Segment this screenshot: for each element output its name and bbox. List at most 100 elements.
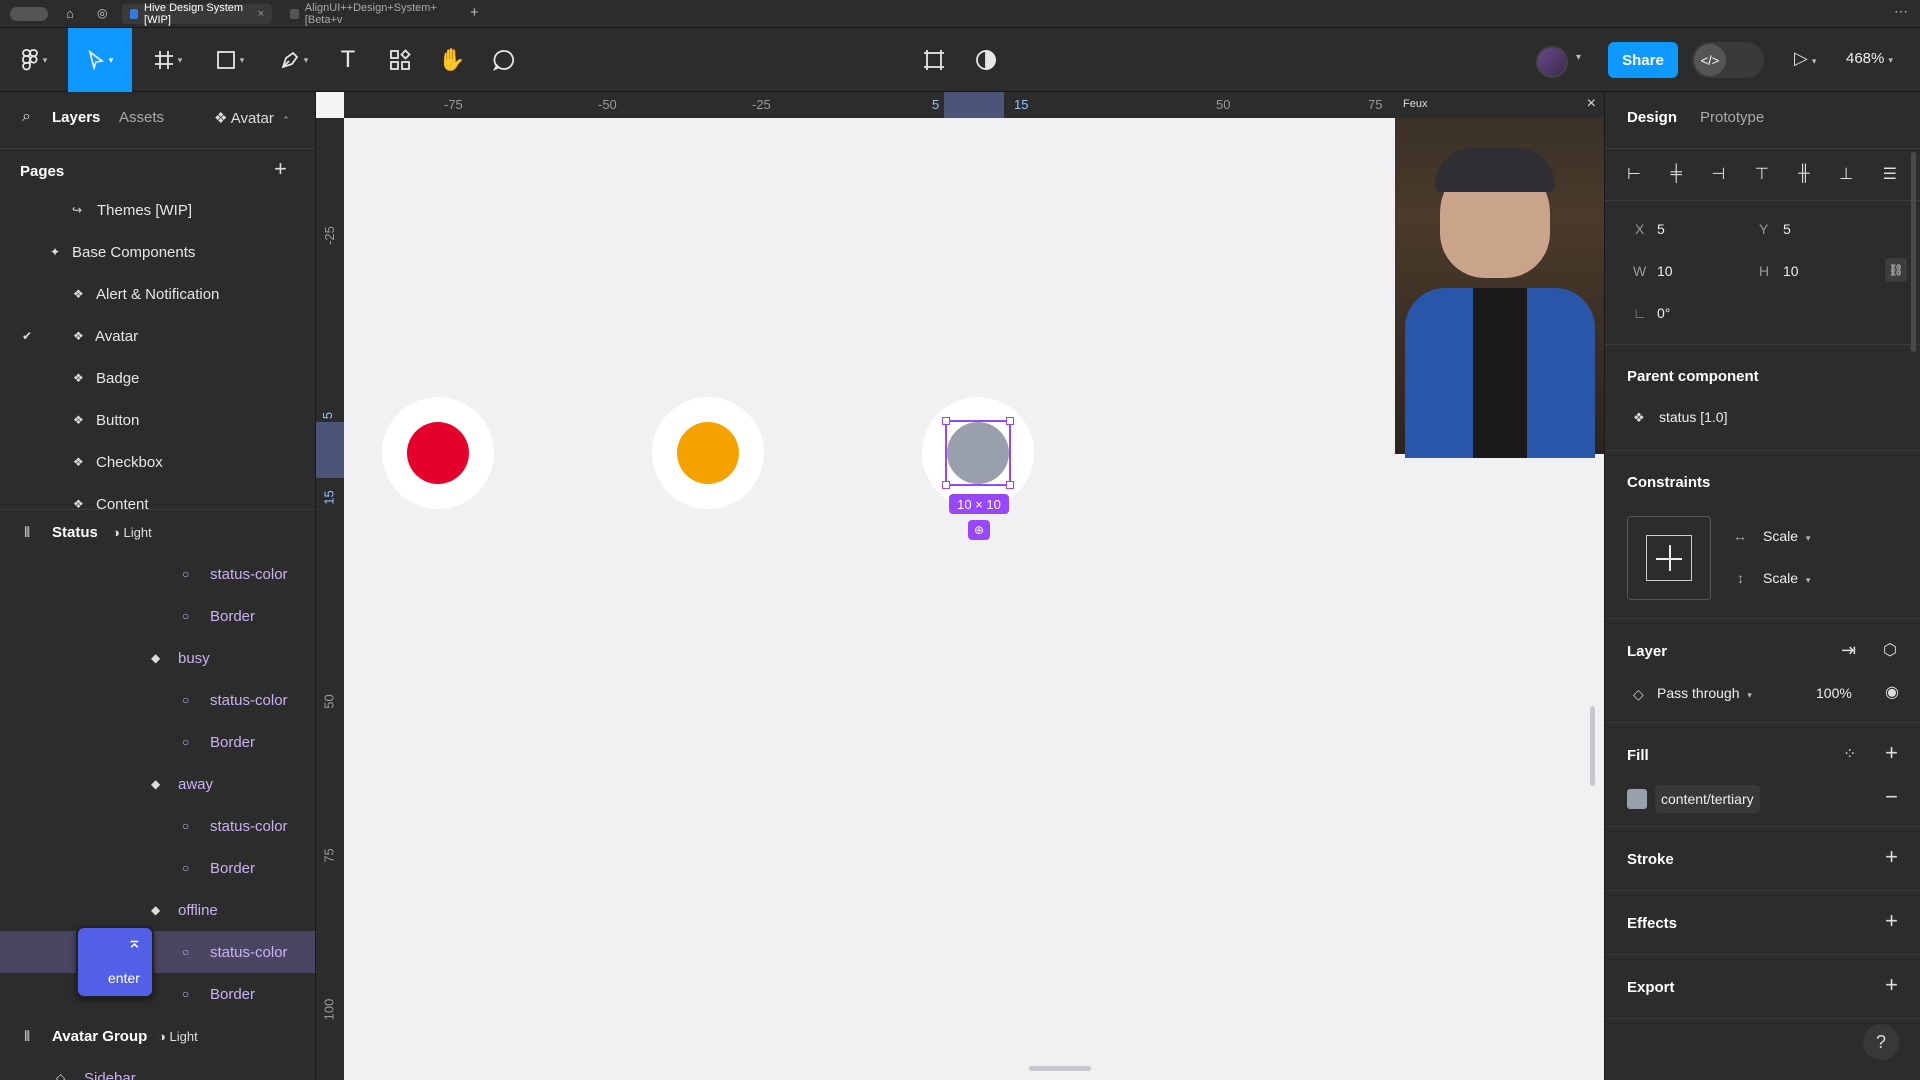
sidebar-toggle-icon[interactable] [10,7,48,21]
fill-swatch[interactable] [1627,789,1647,809]
dev-mode-toggle[interactable]: </> [1692,42,1764,78]
page-item-button[interactable]: ❖ Button [0,399,315,441]
blend-mode-select[interactable]: Pass through ▾ [1657,685,1752,701]
chevron-down-icon[interactable]: ▾ [1576,52,1581,63]
align-left-icon[interactable]: ⊢ [1627,164,1641,184]
search-icon[interactable]: ⌕ [22,108,31,126]
frame-tool-button[interactable]: ▾ [148,40,188,80]
constraints-widget[interactable] [1627,516,1711,600]
add-page-button[interactable]: + [274,156,287,182]
layer-row[interactable]: ○ Border [0,595,315,637]
resources-button[interactable] [384,40,416,80]
visibility-eye-icon[interactable]: ◉ [1885,682,1899,702]
add-effect-button[interactable]: + [1885,908,1898,934]
new-tab-icon[interactable]: + [470,4,479,21]
add-stroke-button[interactable]: + [1885,844,1898,870]
page-item-avatar[interactable]: ✔ ❖ Avatar [0,315,315,357]
distribute-icon[interactable]: ☰ [1883,164,1897,184]
present-button[interactable]: ▷ ▾ [1794,48,1816,69]
resize-handle[interactable] [1006,417,1014,425]
width-input[interactable]: 10 [1657,263,1673,279]
mode-badge[interactable]: ◑ Light [158,1029,198,1044]
tab-layers[interactable]: Layers [52,109,100,126]
zoom-menu[interactable]: 468% ▾ [1846,50,1893,67]
layer-row[interactable]: ○ Border [0,973,315,1015]
height-input[interactable]: 10 [1783,263,1799,279]
pen-tool-button[interactable]: ▾ [272,40,316,80]
close-icon[interactable]: × [1587,95,1596,113]
style-grid-icon[interactable]: ⁘ [1843,744,1856,764]
avatar[interactable] [1536,46,1568,78]
home-icon[interactable]: ⌂ [66,6,74,21]
horizontal-constraint-select[interactable]: Scale ▾ [1763,528,1810,544]
cursor-icon [88,50,104,70]
video-overlay[interactable]: Feux × [1395,92,1604,458]
layer-section-status[interactable]: ⦀ Status ◑ Light [0,511,315,553]
hand-tool-button[interactable]: ✋ [436,40,468,80]
add-export-button[interactable]: + [1885,972,1898,998]
add-fill-button[interactable]: + [1885,740,1898,766]
rotation-input[interactable]: 0° [1657,305,1670,321]
mode-badge[interactable]: ◑ Light [112,525,152,540]
shape-tool-button[interactable]: ▾ [208,40,252,80]
tab-assets[interactable]: Assets [119,109,164,126]
selection-box[interactable] [942,417,1014,489]
status-orange-dot[interactable] [677,422,739,484]
opacity-input[interactable]: 100% [1816,685,1852,701]
main-menu-button[interactable]: ▾ [14,40,54,80]
align-vertical-center-icon[interactable]: ╫ [1798,165,1809,183]
go-to-main-icon[interactable]: ⇥ [1841,640,1856,661]
panel-scrollbar[interactable] [1911,152,1916,352]
resize-handle[interactable] [942,481,950,489]
constrain-proportions-icon[interactable]: ⛓ [1885,258,1907,282]
horizontal-scrollbar[interactable] [1029,1066,1091,1071]
vertical-constraint-select[interactable]: Scale ▾ [1763,570,1810,586]
layer-row[interactable]: ◆ offline [0,889,315,931]
resize-handle[interactable] [1006,481,1014,489]
help-button[interactable]: ? [1863,1024,1899,1060]
align-right-icon[interactable]: ⊣ [1711,164,1725,184]
status-red-dot[interactable] [407,422,469,484]
layer-row[interactable]: ○ status-color [0,553,315,595]
page-item-alert[interactable]: ❖ Alert & Notification [0,273,315,315]
layer-row[interactable]: ○ status-color [0,679,315,721]
appearance-toggle-button[interactable] [970,40,1002,80]
auto-layout-icon[interactable]: ⊕ [968,520,990,540]
text-tool-button[interactable]: T [332,40,364,80]
page-item-badge[interactable]: ❖ Badge [0,357,315,399]
layer-row[interactable]: ◇ Sidebar [0,1057,315,1080]
layer-row[interactable]: ○ Border [0,847,315,889]
layer-row[interactable]: ◆ busy [0,637,315,679]
layer-row[interactable]: ○ status-color [0,805,315,847]
variable-mode-icon[interactable]: ⬡ [1883,640,1897,660]
layer-row-selected[interactable]: ○ status-color [0,931,315,973]
parent-component-link[interactable]: status [1.0] [1659,409,1727,425]
share-button[interactable]: Share [1608,42,1678,78]
y-input[interactable]: 5 [1783,221,1791,237]
vertical-scrollbar[interactable] [1590,706,1595,786]
page-item-checkbox[interactable]: ❖ Checkbox [0,441,315,483]
fill-variable-chip[interactable]: content/tertiary [1655,785,1760,813]
align-top-icon[interactable]: ⊤ [1755,164,1769,184]
tab-prototype[interactable]: Prototype [1700,109,1764,126]
tab-alignui[interactable]: AlignUI++Design+System+[Beta+v [282,2,462,26]
close-tab-icon[interactable]: × [258,8,264,20]
layer-row[interactable]: ◆ away [0,763,315,805]
tab-design[interactable]: Design [1627,109,1677,126]
align-horizontal-center-icon[interactable]: ╪ [1670,165,1681,183]
layer-section-avatar-group[interactable]: ⦀ Avatar Group ◑ Light [0,1015,315,1057]
align-bottom-icon[interactable]: ⊥ [1839,164,1853,184]
page-item-base-components[interactable]: ✦ Base Components [0,231,315,273]
layer-row[interactable]: ○ Border [0,721,315,763]
page-switcher[interactable]: ❖ Avatar ⌃ [214,109,290,127]
globe-icon[interactable]: ◎ [97,6,107,20]
move-tool-button[interactable]: ▾ [68,28,132,92]
tab-hive-design-system[interactable]: Hive Design System [WIP] × [122,2,272,26]
comment-tool-button[interactable] [488,40,520,80]
resize-handle[interactable] [942,417,950,425]
crop-frame-button[interactable] [918,40,950,80]
more-icon[interactable]: ⋯ [1894,3,1908,20]
page-item-themes[interactable]: ↪ Themes [WIP] [0,189,315,231]
x-input[interactable]: 5 [1657,221,1665,237]
remove-fill-button[interactable]: − [1885,784,1898,810]
